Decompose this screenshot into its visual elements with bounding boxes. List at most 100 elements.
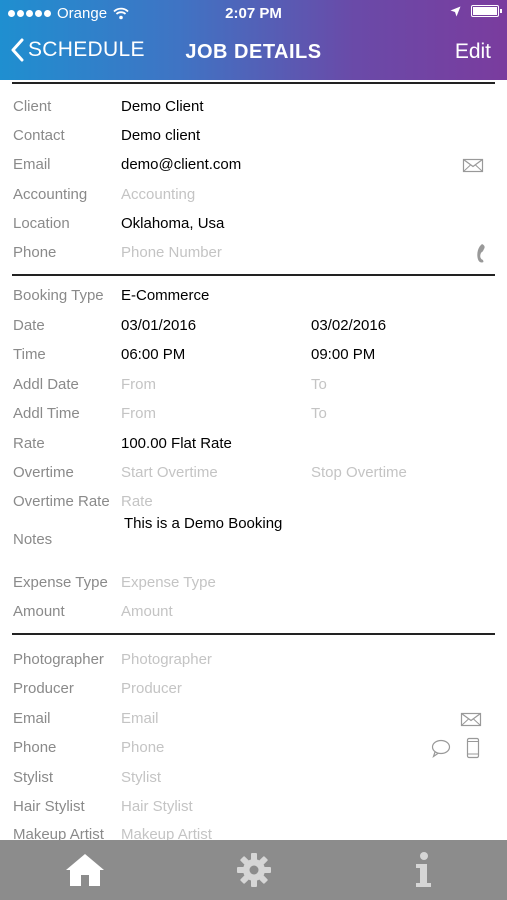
client-row[interactable]: Client Demo Client: [0, 94, 507, 120]
job-details-content[interactable]: Client Demo Client Contact Demo client E…: [0, 80, 507, 840]
photographer-label: Photographer: [13, 651, 104, 668]
overtime-rate-field[interactable]: Rate: [121, 493, 153, 510]
end-time-value[interactable]: 09:00 PM: [311, 346, 375, 363]
accounting-field[interactable]: Accounting: [121, 186, 195, 203]
start-date-value[interactable]: 03/01/2016: [121, 317, 196, 334]
header-bar: Orange 2:07 PM SCHEDULE JOB DETAILS Edit: [0, 0, 507, 80]
expense-type-row[interactable]: Expense Type Expense Type: [0, 570, 507, 596]
client-label: Client: [13, 98, 52, 115]
start-time-value[interactable]: 06:00 PM: [121, 346, 185, 363]
stylist-field[interactable]: Stylist: [121, 769, 161, 786]
client-email-value[interactable]: demo@client.com: [121, 156, 241, 173]
navigation-bar: SCHEDULE JOB DETAILS Edit: [0, 30, 507, 76]
chat-bubble-icon[interactable]: [430, 737, 452, 759]
addl-date-row[interactable]: Addl Date From To: [0, 372, 507, 398]
date-label: Date: [13, 317, 45, 334]
home-icon: [65, 854, 104, 886]
location-value[interactable]: Oklahoma, Usa: [121, 215, 224, 232]
producer-label: Producer: [13, 680, 74, 697]
addl-time-from-field[interactable]: From: [121, 405, 156, 422]
crew-phone-field[interactable]: Phone: [121, 739, 164, 756]
gear-icon: [236, 853, 271, 887]
rate-row[interactable]: Rate 100.00 Flat Rate: [0, 431, 507, 457]
client-value[interactable]: Demo Client: [121, 98, 204, 115]
addl-date-to-field[interactable]: To: [311, 376, 327, 393]
time-row[interactable]: Time 06:00 PM 09:00 PM: [0, 342, 507, 368]
booking-type-label: Booking Type: [13, 287, 104, 304]
expense-type-label: Expense Type: [13, 574, 108, 591]
status-time: 2:07 PM: [225, 5, 282, 22]
info-icon: [415, 852, 431, 887]
notes-label: Notes: [13, 531, 53, 548]
location-label: Location: [13, 215, 70, 232]
overtime-row[interactable]: Overtime Start Overtime Stop Overtime: [0, 460, 507, 486]
client-phone-field[interactable]: Phone Number: [121, 244, 222, 261]
crew-email-label: Email: [13, 710, 51, 727]
booking-type-row[interactable]: Booking Type E-Commerce: [0, 283, 507, 309]
overtime-label: Overtime: [13, 464, 74, 481]
accounting-row[interactable]: Accounting Accounting: [0, 182, 507, 208]
crew-phone-row[interactable]: Phone Phone: [0, 735, 507, 761]
phone-handset-icon[interactable]: [468, 242, 490, 264]
addl-time-label: Addl Time: [13, 405, 80, 422]
makeup-artist-row[interactable]: Makeup Artist Makeup Artist: [0, 822, 507, 840]
overtime-rate-row[interactable]: Overtime Rate Rate: [0, 489, 507, 515]
time-label: Time: [13, 346, 46, 363]
client-phone-label: Phone: [13, 244, 57, 261]
hair-stylist-label: Hair Stylist: [13, 798, 85, 815]
expense-type-field[interactable]: Expense Type: [121, 574, 216, 591]
battery-icon: [471, 5, 502, 17]
crew-phone-label: Phone: [13, 739, 57, 756]
section-divider: [12, 82, 495, 84]
back-button-label: SCHEDULE: [28, 38, 145, 61]
hair-stylist-row[interactable]: Hair Stylist Hair Stylist: [0, 794, 507, 820]
tab-home[interactable]: [0, 840, 169, 900]
start-overtime-field[interactable]: Start Overtime: [121, 464, 218, 481]
addl-time-row[interactable]: Addl Time From To: [0, 401, 507, 427]
end-date-value[interactable]: 03/02/2016: [311, 317, 386, 334]
stop-overtime-field[interactable]: Stop Overtime: [311, 464, 407, 481]
amount-field[interactable]: Amount: [121, 603, 173, 620]
section-divider: [12, 633, 495, 635]
stylist-label: Stylist: [13, 769, 54, 786]
amount-row[interactable]: Amount Amount: [0, 599, 507, 625]
tab-settings[interactable]: [169, 840, 338, 900]
booking-type-value[interactable]: E-Commerce: [121, 287, 209, 304]
addl-time-to-field[interactable]: To: [311, 405, 327, 422]
addl-date-from-field[interactable]: From: [121, 376, 156, 393]
hair-stylist-field[interactable]: Hair Stylist: [121, 798, 193, 815]
client-email-label: Email: [13, 156, 51, 173]
status-bar: Orange 2:07 PM: [0, 0, 507, 28]
chevron-left-icon: [11, 38, 24, 62]
notes-value[interactable]: This is a Demo Booking: [124, 515, 282, 532]
stylist-row[interactable]: Stylist Stylist: [0, 765, 507, 791]
accounting-label: Accounting: [13, 186, 88, 203]
location-arrow-icon: [450, 6, 461, 16]
contact-value[interactable]: Demo client: [121, 127, 200, 144]
contact-row[interactable]: Contact Demo client: [0, 123, 507, 149]
producer-row[interactable]: Producer Producer: [0, 676, 507, 702]
overtime-rate-label: Overtime Rate: [13, 493, 110, 510]
makeup-artist-label: Makeup Artist: [13, 826, 104, 840]
notes-row[interactable]: Notes This is a Demo Booking: [0, 513, 507, 569]
producer-field[interactable]: Producer: [121, 680, 182, 697]
photographer-row[interactable]: Photographer Photographer: [0, 647, 507, 673]
tab-info[interactable]: [338, 840, 507, 900]
envelope-icon[interactable]: [462, 154, 484, 176]
rate-value[interactable]: 100.00 Flat Rate: [121, 435, 232, 452]
client-phone-row[interactable]: Phone Phone Number: [0, 240, 507, 266]
crew-email-row[interactable]: Email Email: [0, 706, 507, 732]
addl-date-label: Addl Date: [13, 376, 79, 393]
client-email-row[interactable]: Email demo@client.com: [0, 152, 507, 178]
location-row[interactable]: Location Oklahoma, Usa: [0, 211, 507, 237]
envelope-icon[interactable]: [460, 708, 482, 730]
date-row[interactable]: Date 03/01/2016 03/02/2016: [0, 313, 507, 339]
makeup-artist-field[interactable]: Makeup Artist: [121, 826, 212, 840]
back-button[interactable]: SCHEDULE: [10, 38, 145, 62]
rate-label: Rate: [13, 435, 45, 452]
photographer-field[interactable]: Photographer: [121, 651, 212, 668]
edit-button[interactable]: Edit: [455, 40, 491, 64]
mobile-phone-icon[interactable]: [462, 737, 484, 759]
crew-email-field[interactable]: Email: [121, 710, 159, 727]
contact-label: Contact: [13, 127, 65, 144]
